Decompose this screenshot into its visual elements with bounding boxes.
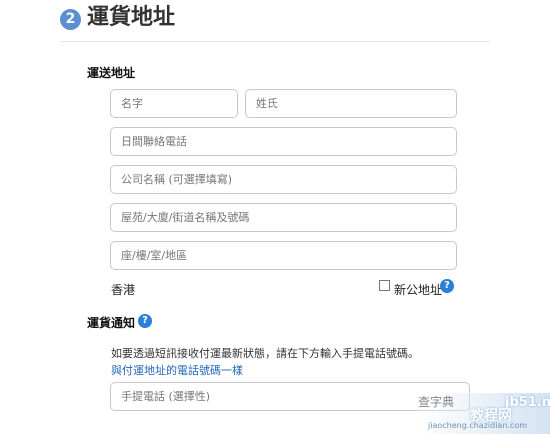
mobile-phone-field[interactable] <box>110 382 470 411</box>
company-field[interactable] <box>110 165 457 194</box>
page-title: 運貨地址 <box>87 5 176 30</box>
region-label: 香港 <box>111 283 136 297</box>
first-name-field[interactable] <box>110 89 238 118</box>
phone-field[interactable] <box>110 127 457 156</box>
notification-help-icon[interactable]: ? <box>138 314 152 328</box>
notification-description: 如要透過短訊接收付運最新狀態，請在下方輸入手提電話號碼。 <box>111 347 419 360</box>
shipping-address-heading: 運送地址 <box>87 66 136 80</box>
help-icon[interactable]: ? <box>440 279 454 293</box>
last-name-field[interactable] <box>245 89 457 118</box>
new-address-checkbox[interactable] <box>379 280 390 291</box>
street-field[interactable] <box>110 203 457 232</box>
delivery-notification-heading: 運貨通知 <box>87 316 136 330</box>
same-phone-link[interactable]: 與付運地址的電話號碼一樣 <box>111 362 243 378</box>
unit-district-field[interactable] <box>110 241 457 270</box>
watermark-brand-extra: 查字典 <box>418 395 455 409</box>
watermark-url: jiaocheng.chazidian.com <box>428 421 528 430</box>
title-divider <box>60 41 490 42</box>
new-address-checkbox-label[interactable]: 新公地址 <box>394 281 442 298</box>
step-number-badge: 2 <box>60 9 81 30</box>
